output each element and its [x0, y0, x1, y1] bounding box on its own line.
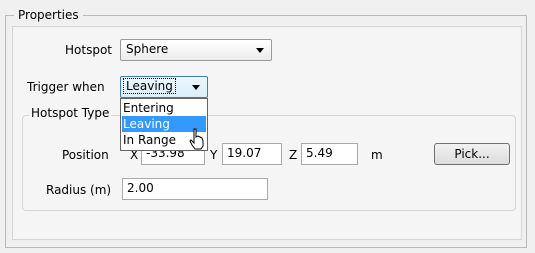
radius-label: Radius (m)	[46, 183, 112, 197]
position-z-input[interactable]: 5.49	[301, 143, 358, 165]
position-y-label: Y	[210, 148, 218, 162]
chevron-down-icon	[256, 48, 264, 53]
position-z-label: Z	[289, 148, 298, 162]
hotspot-type-title: Hotspot Type	[29, 106, 112, 120]
trigger-value: Leaving	[123, 78, 176, 94]
position-y-input[interactable]: 19.07	[222, 143, 282, 165]
properties-title: Properties	[14, 8, 83, 22]
trigger-label: Trigger when	[27, 80, 105, 94]
pick-button[interactable]: Pick...	[434, 143, 510, 165]
radius-input[interactable]: 2.00	[122, 178, 268, 200]
hotspot-combobox[interactable]: Sphere	[120, 39, 272, 61]
position-label: Position	[62, 148, 109, 162]
trigger-option-entering[interactable]: Entering	[122, 100, 206, 116]
chevron-down-icon	[192, 85, 200, 90]
hotspot-label: Hotspot	[65, 43, 112, 57]
position-unit-label: m	[371, 148, 383, 162]
cursor-hand-icon	[189, 128, 204, 150]
trigger-combobox[interactable]: Leaving	[120, 76, 208, 98]
hotspot-value: Sphere	[126, 42, 169, 56]
